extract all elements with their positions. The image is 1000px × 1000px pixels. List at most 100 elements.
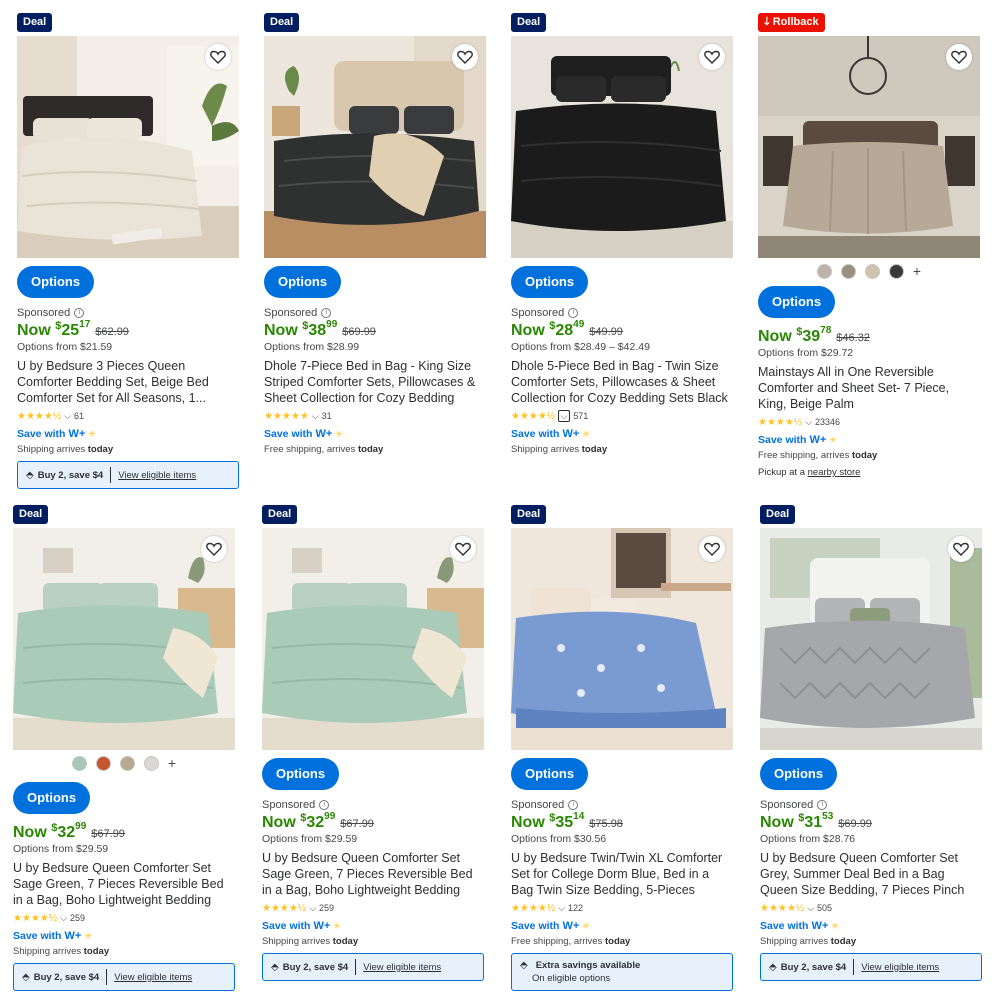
tag-icon: ⬘ (271, 961, 279, 973)
options-from-price: Options from $29.72 (758, 347, 854, 359)
was-price: $67.99 (91, 828, 125, 840)
product-title[interactable]: Dhole 7-Piece Bed in Bag - King Size Str… (264, 358, 486, 406)
chevron-down-icon: ⌵ (807, 902, 815, 913)
product-card[interactable]: Deal Options Sponsored i Now $3899 $69.99… (264, 12, 486, 455)
favorite-button[interactable] (452, 44, 478, 70)
price-row: Now $3978 $46.32 (758, 325, 980, 346)
swatch[interactable] (95, 755, 111, 771)
view-eligible-items-link[interactable]: View eligible items (363, 962, 441, 973)
rating-row[interactable]: ★★★★½ ⌵ 259 (262, 902, 484, 914)
options-button[interactable]: Options (511, 266, 589, 298)
product-title[interactable]: U by Bedsure Queen Comforter Set Grey, S… (760, 850, 982, 898)
product-title[interactable]: U by Bedsure Queen Comforter Set Sage Gr… (262, 850, 484, 898)
product-image[interactable] (511, 36, 733, 258)
favorite-button[interactable] (201, 536, 227, 562)
sponsored-label: Sponsored i (264, 307, 486, 319)
product-card[interactable]: Deal Options Sponsored i Now $2517 $62.99… (17, 12, 239, 489)
bedding-photo (511, 528, 733, 750)
product-title[interactable]: U by Bedsure Twin/Twin XL Comforter Set … (511, 850, 733, 898)
product-image[interactable] (264, 36, 486, 258)
product-card[interactable]: Deal Options Sponsored i Now $3299 $67.99… (262, 504, 484, 981)
rating-row[interactable]: ★★★★½ ⌵ 505 (760, 902, 982, 914)
was-price: $46.32 (836, 332, 870, 344)
swatch[interactable] (119, 755, 135, 771)
product-title[interactable]: U by Bedsure 3 Pieces Queen Comforter Be… (17, 358, 239, 406)
favorite-button[interactable] (948, 536, 974, 562)
options-button[interactable]: Options (758, 286, 836, 318)
shipping-info: Shipping arrives today (262, 936, 359, 947)
product-image[interactable] (262, 528, 484, 750)
favorite-button[interactable] (946, 44, 972, 70)
info-icon[interactable]: i (321, 308, 332, 318)
product-title[interactable]: U by Bedsure Queen Comforter Set Sage Gr… (13, 860, 235, 908)
view-eligible-items-link[interactable]: View eligible items (118, 470, 196, 481)
favorite-button[interactable] (205, 44, 231, 70)
product-card[interactable]: 🡓 Rollback + Options Now $3978 $46.32 Op… (758, 12, 980, 478)
options-button[interactable]: Options (262, 758, 340, 790)
options-from-price: Options from $21.59 (17, 341, 113, 353)
shipping-info: Free shipping, arrives today (511, 936, 631, 947)
more-swatches[interactable]: + (913, 263, 921, 279)
rating-row[interactable]: ★★★★½ ⌵ 571 (511, 410, 733, 422)
nearby-store-link[interactable]: nearby store (808, 467, 861, 478)
product-image[interactable] (760, 528, 982, 750)
rating-row[interactable]: ★★★★½ ⌵ 61 (17, 410, 239, 422)
swatch[interactable] (816, 263, 832, 279)
color-swatches: + (13, 754, 235, 772)
favorite-button[interactable] (699, 536, 725, 562)
product-card[interactable]: Deal Options Sponsored i Now $3153 $69.99… (760, 504, 982, 981)
view-eligible-items-link[interactable]: View eligible items (861, 962, 939, 973)
info-icon[interactable]: i (568, 800, 579, 810)
options-button[interactable]: Options (13, 782, 91, 814)
product-card[interactable]: Deal Options Sponsored i Now $3514 $75.98… (511, 504, 733, 991)
pickup-info: Pickup at a nearby store (758, 467, 861, 478)
swatch[interactable] (888, 263, 904, 279)
price-row: Now $2849 $49.99 (511, 319, 733, 340)
options-button[interactable]: Options (264, 266, 342, 298)
bedding-photo (760, 528, 982, 750)
options-button[interactable]: Options (511, 758, 589, 790)
walmart-plus-badge: Save with W+ ✳ (262, 920, 341, 932)
options-from-price: Options from $29.59 (13, 843, 109, 855)
review-count: 259 (319, 903, 335, 913)
bedding-photo (264, 36, 486, 258)
product-image[interactable] (511, 528, 733, 750)
chevron-down-icon: ⌵ (311, 410, 319, 421)
rating-row[interactable]: ★★★★½ ⌵ 23346 (758, 416, 980, 428)
arrow-down-icon: 🡓 (764, 16, 770, 28)
favorite-button[interactable] (699, 44, 725, 70)
options-button[interactable]: Options (17, 266, 95, 298)
info-icon[interactable]: i (817, 800, 828, 810)
sponsored-label: Sponsored i (17, 307, 239, 319)
swatch[interactable] (864, 263, 880, 279)
info-icon[interactable]: i (568, 308, 579, 318)
star-rating: ★★★★½ (511, 902, 556, 914)
swatch[interactable] (71, 755, 87, 771)
product-image[interactable] (13, 528, 235, 750)
product-title[interactable]: Mainstays All in One Reversible Comforte… (758, 364, 980, 412)
product-title[interactable]: Dhole 5-Piece Bed in Bag - Twin Size Com… (511, 358, 733, 406)
view-eligible-items-link[interactable]: View eligible items (114, 972, 192, 983)
current-price: Now $3514 (511, 811, 585, 831)
rating-row[interactable]: ★★★★★ ⌵ 31 (264, 410, 486, 422)
options-button[interactable]: Options (760, 758, 838, 790)
more-swatches[interactable]: + (168, 755, 176, 771)
product-card[interactable]: Deal Options Sponsored i Now $2849 $49.99… (511, 12, 733, 455)
walmart-plus-badge: Save with W+ ✳ (264, 428, 343, 440)
sponsored-label: Sponsored i (511, 799, 733, 811)
favorite-button[interactable] (450, 536, 476, 562)
rating-row[interactable]: ★★★★½ ⌵ 122 (511, 902, 733, 914)
deal-flag: Deal (511, 505, 547, 524)
info-icon[interactable]: i (319, 800, 330, 810)
product-image[interactable] (758, 36, 980, 258)
swatch[interactable] (840, 263, 856, 279)
walmart-plus-badge: Save with W+ ✳ (17, 428, 96, 440)
product-card[interactable]: Deal + Options Now $3299 $67.99 Options … (13, 504, 235, 991)
rating-row[interactable]: ★★★★½ ⌵ 259 (13, 912, 235, 924)
deal-flag: Deal (264, 13, 300, 32)
promo-banner: ⬘ Extra savings available On eligible opt… (511, 953, 733, 991)
swatch[interactable] (143, 755, 159, 771)
product-image[interactable] (17, 36, 239, 258)
rollback-flag: 🡓 Rollback (758, 13, 825, 32)
info-icon[interactable]: i (74, 308, 85, 318)
